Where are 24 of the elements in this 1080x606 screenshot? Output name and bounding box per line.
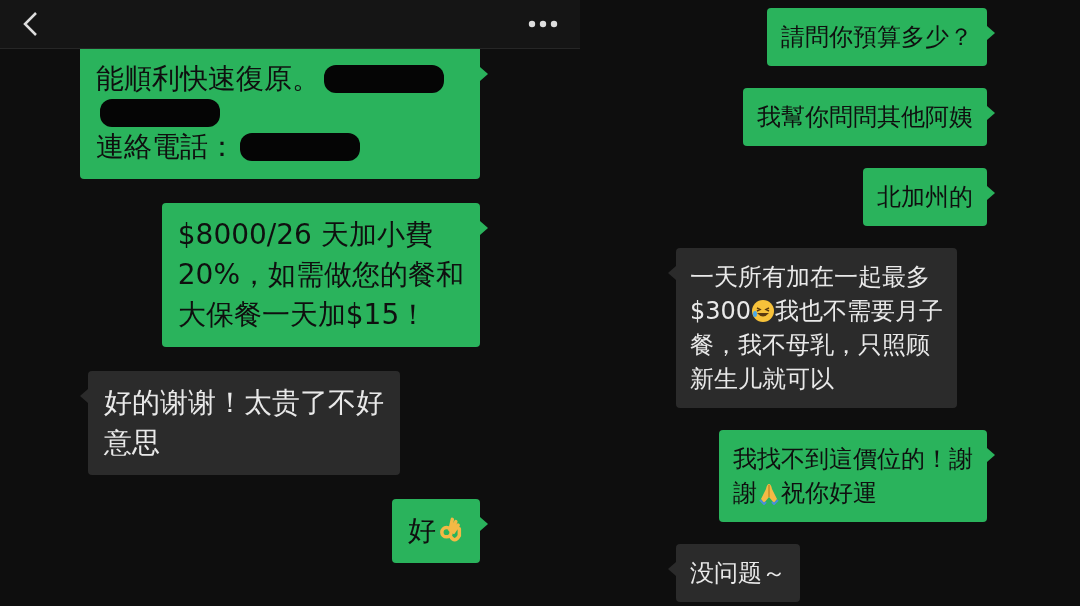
message-text: 我幫你問問其他阿姨 — [757, 102, 973, 133]
message-text: 連絡電話： — [96, 129, 236, 165]
message-text: 好的谢谢！太贵了不好 — [104, 385, 384, 421]
laughing-face-icon — [751, 299, 776, 323]
message-text: 大保餐一天加$15！ — [177, 297, 428, 333]
message-text: 我也不需要月子 — [775, 296, 944, 327]
message-text: 意思 — [104, 425, 160, 461]
message-text: $8000/26 天加小費 — [177, 217, 433, 253]
message-text: 20%，如需做您的餐和 — [177, 257, 464, 293]
more-icon[interactable] — [528, 20, 558, 28]
back-icon[interactable] — [22, 11, 38, 37]
message-text: 餐，我不母乳，只照顾 — [690, 330, 930, 361]
message-text: 祝你好運 — [781, 478, 877, 509]
message-text: 没问题～ — [690, 558, 786, 589]
message-text: 謝 — [733, 478, 757, 509]
message-text: 我找不到這價位的！謝 — [733, 444, 973, 475]
message-text: 新生儿就可以 — [690, 364, 834, 395]
message-text: 一天所有加在一起最多 — [690, 262, 930, 293]
message-text: 能順利快速復原。 — [96, 61, 320, 97]
message-text: 北加州的 — [877, 182, 973, 213]
praying-hands-icon — [757, 481, 781, 505]
message-text: 好 — [408, 513, 436, 549]
message-text: 請問你預算多少？ — [781, 22, 973, 53]
message-text: $300 — [690, 296, 752, 327]
